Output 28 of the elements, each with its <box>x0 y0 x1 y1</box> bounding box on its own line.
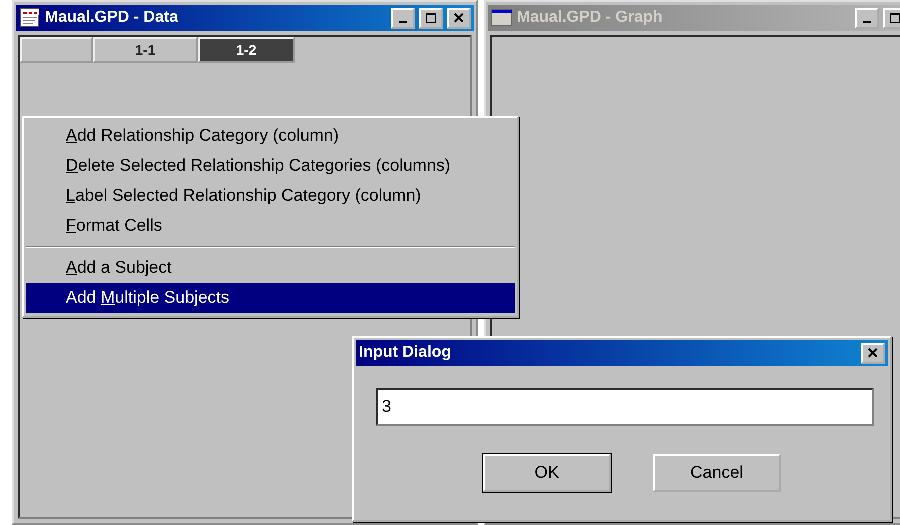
menu-item[interactable]: Add Relationship Category (column) <box>26 121 515 151</box>
maximize-button[interactable] <box>419 8 443 28</box>
close-button[interactable] <box>861 342 885 364</box>
dialog-button[interactable]: Cancel <box>653 454 781 492</box>
close-icon <box>867 347 879 359</box>
minimize-icon <box>399 21 407 23</box>
minimize-button[interactable] <box>855 8 879 28</box>
tab[interactable]: 1-2 <box>198 37 295 63</box>
menu-item[interactable]: Format Cells <box>26 211 515 241</box>
menu-item[interactable]: Add a Subject <box>26 253 515 283</box>
document-icon <box>19 7 41 29</box>
close-icon <box>453 12 465 24</box>
dialog-button[interactable]: OK <box>483 454 611 492</box>
tab[interactable]: 1-1 <box>93 37 198 63</box>
menu-item[interactable]: Add Multiple Subjects <box>26 283 515 313</box>
minimize-icon <box>863 21 871 23</box>
window-title: Maual.GPD - Data <box>45 8 180 28</box>
maximize-button[interactable] <box>883 8 900 28</box>
dialog-title: Input Dialog <box>359 343 452 363</box>
menu-item[interactable]: Delete Selected Relationship Categories (columns) <box>26 151 515 181</box>
maximize-icon <box>889 12 900 24</box>
menu-item[interactable]: Label Selected Relationship Category (column) <box>26 181 515 211</box>
close-button[interactable] <box>447 8 471 28</box>
input-field[interactable]: 3 <box>376 388 874 426</box>
minimize-button[interactable] <box>391 8 415 28</box>
window-icon <box>491 8 513 28</box>
maximize-icon <box>425 12 437 24</box>
window-title: Maual.GPD - Graph <box>517 8 664 28</box>
